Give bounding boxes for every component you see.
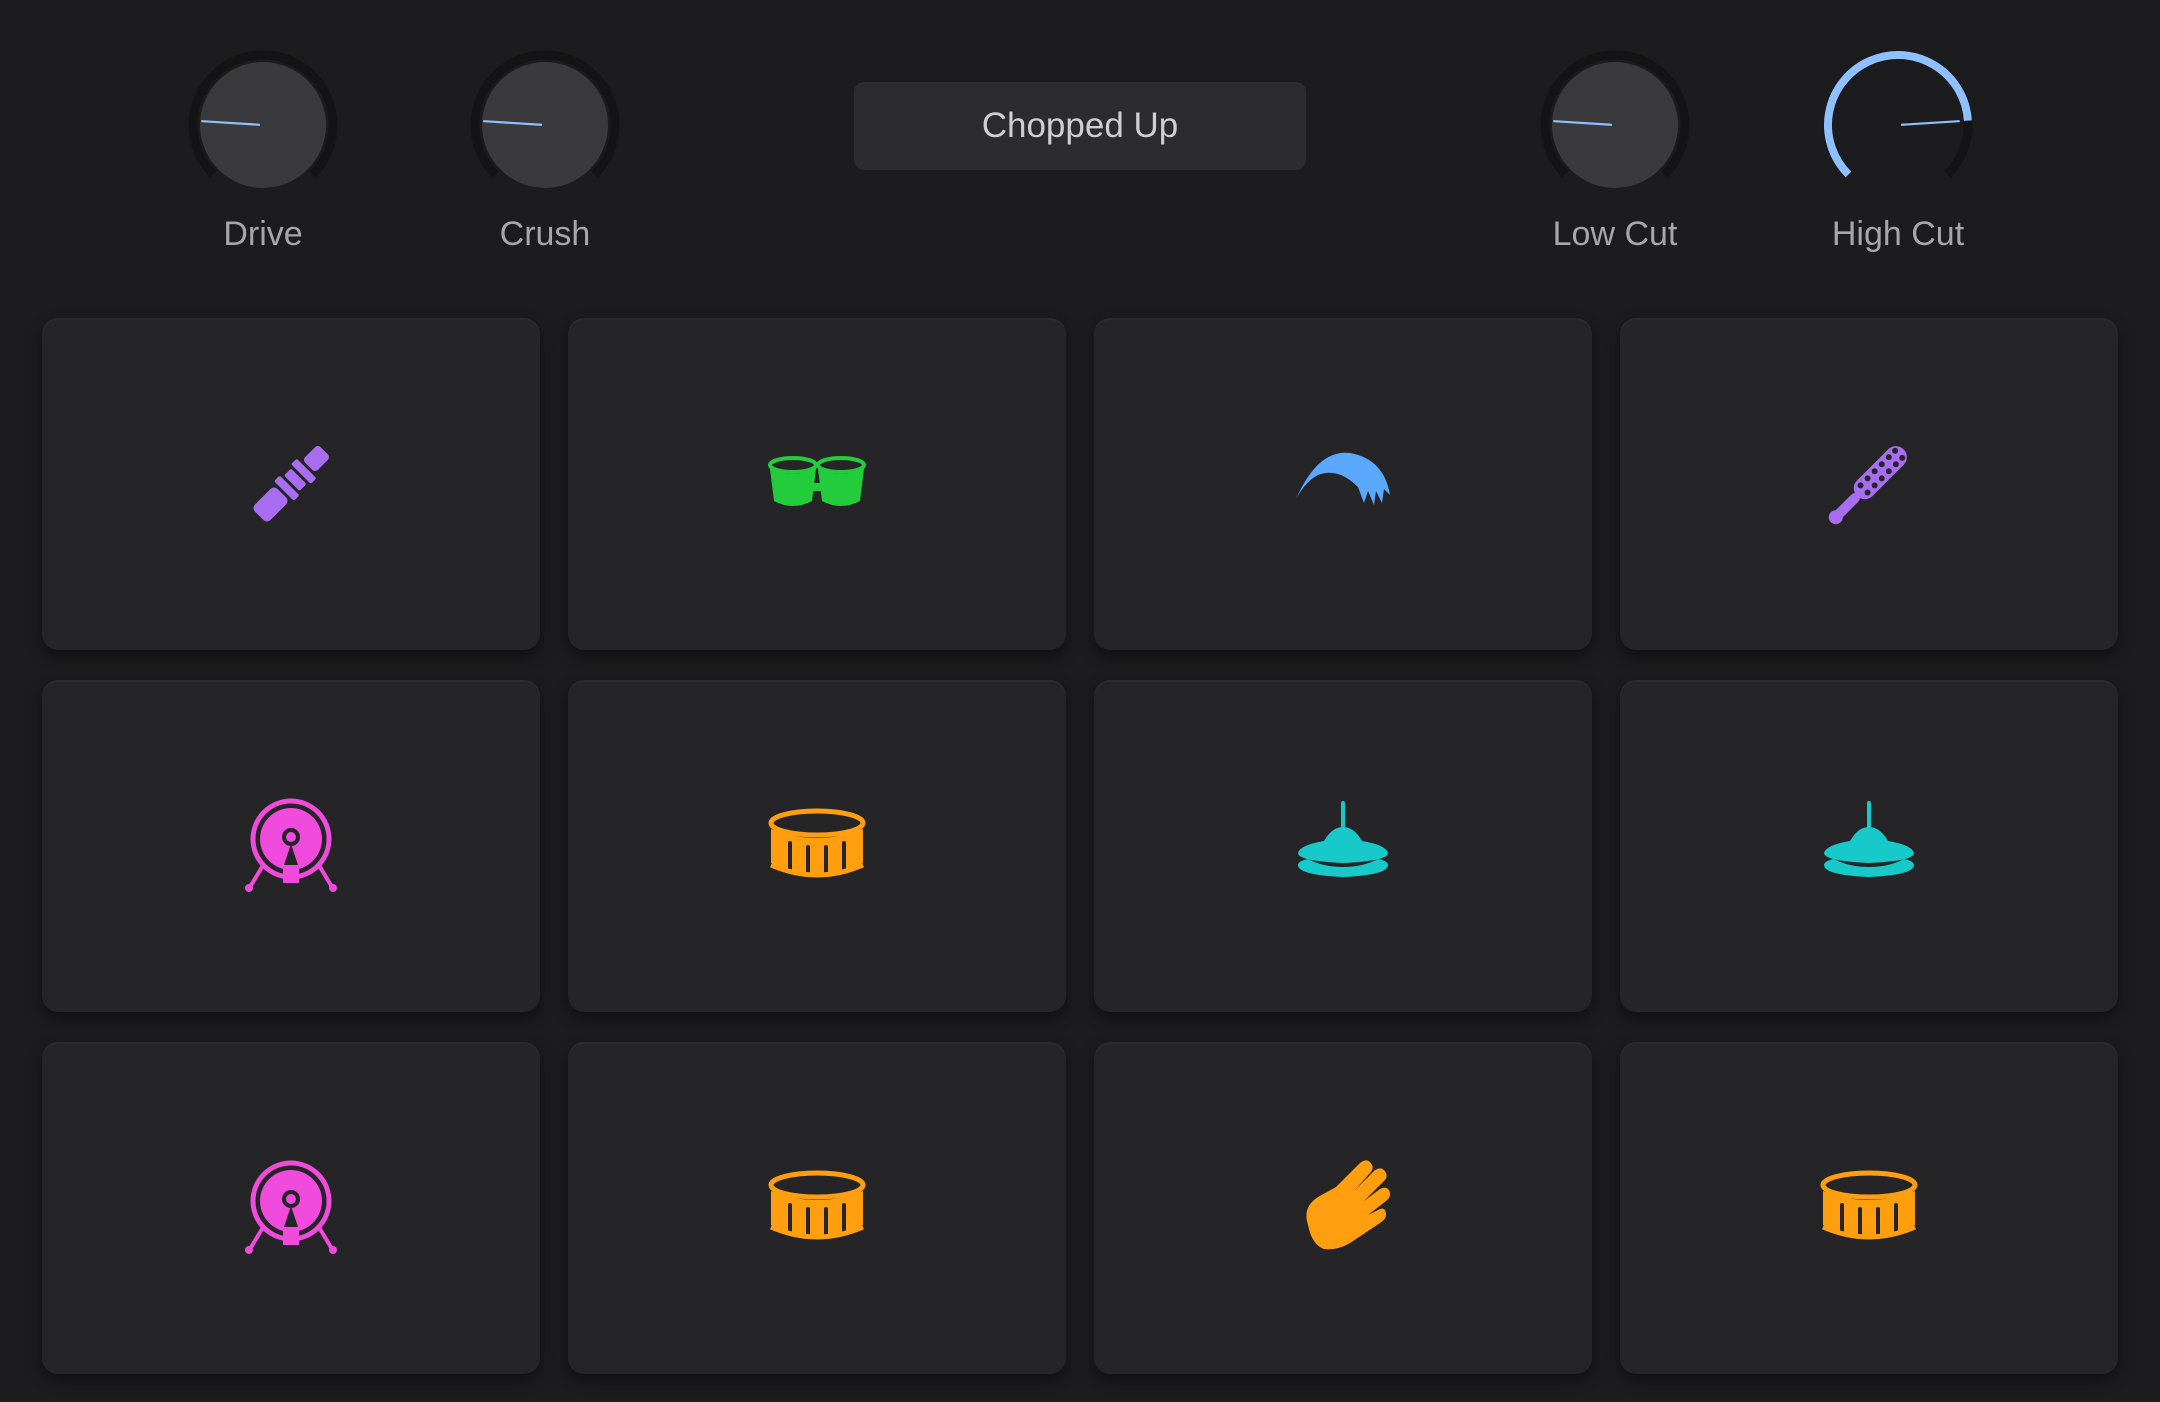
- kick-drum-icon: [236, 1153, 346, 1263]
- clave-stick-icon: [236, 429, 346, 539]
- crush-knob[interactable]: Crush: [470, 50, 620, 260]
- drive-knob[interactable]: Drive: [188, 50, 338, 260]
- knob-face: [200, 62, 326, 188]
- knob-face: [482, 62, 608, 188]
- snare-drum-icon: [762, 791, 872, 901]
- low-cut-knob[interactable]: Low Cut: [1540, 50, 1690, 260]
- high-cut-knob-dial[interactable]: [1823, 50, 1973, 200]
- low-cut-knob-dial[interactable]: [1540, 50, 1690, 200]
- clap-hand-icon: [1288, 1153, 1398, 1263]
- kick-drum-icon: [236, 791, 346, 901]
- preset-name: Chopped Up: [981, 106, 1179, 145]
- preset-name-display[interactable]: Chopped Up: [854, 82, 1306, 170]
- crush-knob-label: Crush: [499, 215, 591, 253]
- high-cut-knob[interactable]: High Cut: [1823, 50, 1973, 260]
- high-cut-knob-label: High Cut: [1831, 215, 1965, 253]
- drum-pad[interactable]: [568, 1042, 1066, 1374]
- snare-drum-icon: [762, 1153, 872, 1263]
- hi-hat-icon: [1814, 791, 1924, 901]
- shaker-icon: [1814, 429, 1924, 539]
- cymbal-swell-icon: [1288, 429, 1398, 539]
- drive-knob-label: Drive: [223, 215, 303, 253]
- knob-face: [1552, 62, 1678, 188]
- drum-pad[interactable]: [1620, 1042, 2118, 1374]
- knob-face: [1837, 64, 1959, 186]
- drum-pad[interactable]: [568, 318, 1066, 650]
- bongo-icon: [762, 429, 872, 539]
- drum-pad[interactable]: [1620, 318, 2118, 650]
- drum-pad[interactable]: [1094, 318, 1592, 650]
- drum-pad[interactable]: [1620, 680, 2118, 1012]
- drum-pad[interactable]: [568, 680, 1066, 1012]
- drum-pad[interactable]: [42, 318, 540, 650]
- drum-pad[interactable]: [42, 680, 540, 1012]
- drum-pad[interactable]: [1094, 680, 1592, 1012]
- low-cut-knob-label: Low Cut: [1552, 215, 1678, 253]
- drum-pad[interactable]: [42, 1042, 540, 1374]
- snare-drum-icon: [1814, 1153, 1924, 1263]
- crush-knob-dial[interactable]: [470, 50, 620, 200]
- drum-pad[interactable]: [1094, 1042, 1592, 1374]
- hi-hat-icon: [1288, 791, 1398, 901]
- drive-knob-dial[interactable]: [188, 50, 338, 200]
- drum-pad-grid: [42, 318, 2118, 1374]
